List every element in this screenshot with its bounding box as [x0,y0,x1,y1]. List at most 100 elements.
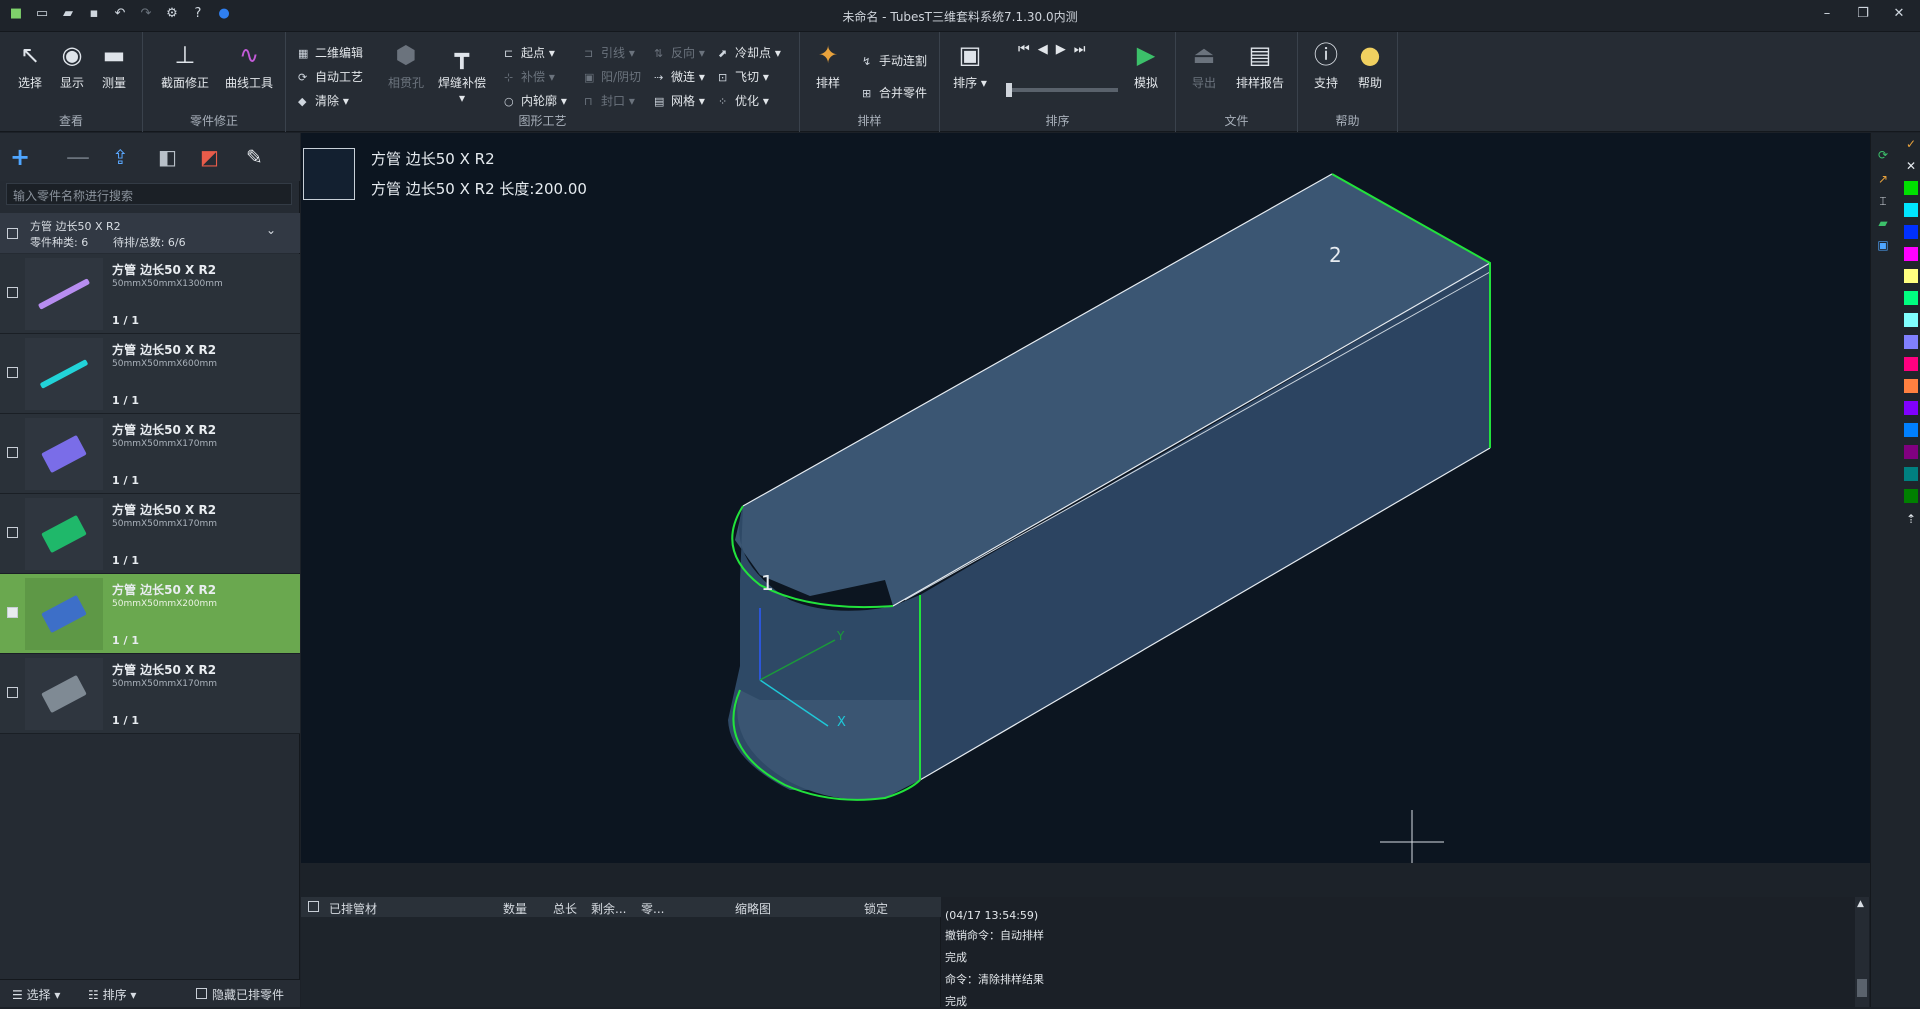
nesting-report-button[interactable]: ▤ 排样报告 [1230,40,1290,91]
grid-button[interactable]: ▤ 网格 ▾ [654,92,705,109]
chevron-down-icon[interactable]: ⌄ [266,223,276,237]
chip-icon[interactable]: ▣ [1876,238,1890,252]
seal-button[interactable]: ⊓ 封口 ▾ [584,92,635,109]
curve-tool-button[interactable]: ∿ 曲线工具 [221,40,277,91]
inner-contour-button[interactable]: ○ 内轮廓 ▾ [504,92,567,109]
hide-nested-checkbox[interactable] [196,988,207,999]
color-swatch[interactable] [1904,225,1918,239]
log-scrollbar[interactable]: ▲ [1855,897,1869,1007]
pin-icon[interactable]: ⇡ [1904,512,1918,526]
restore-button[interactable]: ❐ [1848,6,1878,26]
col-total-length[interactable]: 总长 [553,900,577,917]
slider-thumb[interactable] [1006,83,1012,97]
close-button[interactable]: ✕ [1884,6,1914,26]
lead-button[interactable]: ⊐ 引线 ▾ [584,44,635,61]
minimize-button[interactable]: – [1812,6,1842,26]
add-part-icon[interactable]: + [10,143,30,171]
scroll-up-icon[interactable]: ▲ [1857,899,1864,909]
part-checkbox[interactable] [7,367,18,378]
yin-yang-cut-button[interactable]: ▣ 阳/阴切 [584,68,641,85]
simulate-button[interactable]: ▶ 模拟 [1124,40,1168,91]
color-swatch[interactable] [1904,423,1918,437]
part-group-header[interactable]: 方管 边长50 X R2 零件种类: 6 待排/总数: 6/6 ⌄ [0,213,300,253]
2d-edit-button[interactable]: ▦ 二维编辑 [298,44,363,61]
color-swatch[interactable] [1904,269,1918,283]
optimize-button[interactable]: ⁘ 优化 ▾ [718,92,769,109]
start-point-button[interactable]: ⊏ 起点 ▾ [504,44,555,61]
close-icon[interactable]: ✕ [1904,159,1918,173]
link-icon[interactable]: ↗ [1876,172,1890,186]
last-icon[interactable]: ⏭ [1074,42,1094,57]
part-checkbox[interactable] [7,287,18,298]
part-checkbox[interactable] [7,447,18,458]
compensation-button[interactable]: ⊹ 补偿 ▾ [504,68,555,85]
refresh-icon[interactable]: ⟳ [1876,148,1890,162]
micro-joint-button[interactable]: ⇢ 微连 ▾ [654,68,705,85]
sort-button[interactable]: ▣ 排序 ▾ [948,40,992,91]
color-swatch[interactable] [1904,489,1918,503]
col-parts[interactable]: 零... [641,900,664,917]
select-button[interactable]: ↖ 选择 [8,40,52,91]
viewport-scrollbar[interactable] [301,863,1870,897]
support-button[interactable]: ⓘ 支持 [1304,40,1348,91]
part-row[interactable]: 方管 边长50 X R2 50mmX50mmX170mm 1 / 1 [0,494,300,574]
3d-viewport[interactable]: 1 2 X Y [301,133,1870,863]
select-dropdown[interactable]: ☰ 选择 ▾ [12,986,60,1003]
check-icon[interactable]: ✓ [1904,137,1918,151]
help-button[interactable]: ● 帮助 [1348,40,1392,91]
part-checkbox[interactable] [7,527,18,538]
prev-icon[interactable]: ◀ [1038,42,1056,57]
color-swatch[interactable] [1904,203,1918,217]
color-swatch[interactable] [1904,291,1918,305]
table-select-all-checkbox[interactable] [308,901,319,912]
display-button[interactable]: ◉ 显示 [50,40,94,91]
cooling-point-button[interactable]: ⬈ 冷却点 ▾ [718,44,781,61]
intersect-hole-button[interactable]: ⬢ 相贯孔 [382,40,430,91]
color-swatch[interactable] [1904,357,1918,371]
export-button[interactable]: ⏏ 导出 [1182,40,1226,91]
part-checkbox[interactable] [7,687,18,698]
auto-process-button[interactable]: ⟳ 自动工艺 [298,68,363,85]
part-row[interactable]: 方管 边长50 X R2 50mmX50mmX170mm 1 / 1 [0,414,300,494]
first-icon[interactable]: ⏮ [1018,42,1038,57]
merge-parts-button[interactable]: ⊞ 合并零件 [862,84,927,101]
tag-icon[interactable]: ▰ [1876,216,1890,230]
nesting-button[interactable]: ✦ 排样 [806,40,850,91]
section-fix-button[interactable]: ⊥ 截面修正 [157,40,213,91]
color-swatch[interactable] [1904,181,1918,195]
measure-button[interactable]: ▬ 测量 [92,40,136,91]
color-swatch[interactable] [1904,467,1918,481]
color-swatch[interactable] [1904,445,1918,459]
weld-compensation-button[interactable]: ┳ 焊缝补偿 ▾ [434,40,490,105]
col-thumbnail[interactable]: 缩略图 [735,900,771,917]
import-icon[interactable]: ⇪ [112,143,129,171]
remove-part-icon[interactable]: — [66,143,90,171]
group-checkbox[interactable] [7,228,18,239]
color-swatch[interactable] [1904,401,1918,415]
col-quantity[interactable]: 数量 [503,900,527,917]
part-row[interactable]: 方管 边长50 X R2 50mmX50mmX600mm 1 / 1 [0,334,300,414]
cube-icon[interactable]: ◧ [158,143,177,171]
col-lock[interactable]: 锁定 [864,900,888,917]
color-swatch[interactable] [1904,335,1918,349]
sort-progress-slider[interactable] [1006,83,1118,97]
color-swatch[interactable] [1904,247,1918,261]
clear-button[interactable]: ◆ 清除 ▾ [298,92,349,109]
edit-list-icon[interactable]: ✎ [246,143,263,171]
add-tube-icon[interactable]: ◩ [200,143,219,171]
ibeam-icon[interactable]: ⌶ [1876,194,1890,208]
color-swatch[interactable] [1904,379,1918,393]
fly-cut-button[interactable]: ⊡ 飞切 ▾ [718,68,769,85]
scroll-thumb[interactable] [1857,979,1867,997]
part-row[interactable]: 方管 边长50 X R2 50mmX50mmX200mm 1 / 1 [0,574,300,654]
color-swatch[interactable] [1904,313,1918,327]
sort-dropdown[interactable]: ☷ 排序 ▾ [88,986,136,1003]
next-icon[interactable]: ▶ [1056,42,1074,57]
part-checkbox[interactable] [7,607,18,618]
col-remaining[interactable]: 剩余... [591,900,626,917]
col-nested-tube[interactable]: 已排管材 [329,900,377,917]
part-row[interactable]: 方管 边长50 X R2 50mmX50mmX170mm 1 / 1 [0,654,300,734]
part-row[interactable]: 方管 边长50 X R2 50mmX50mmX1300mm 1 / 1 [0,254,300,334]
part-search-input[interactable]: 输入零件名称进行搜索 [6,183,292,205]
reverse-button[interactable]: ⇅ 反向 ▾ [654,44,705,61]
